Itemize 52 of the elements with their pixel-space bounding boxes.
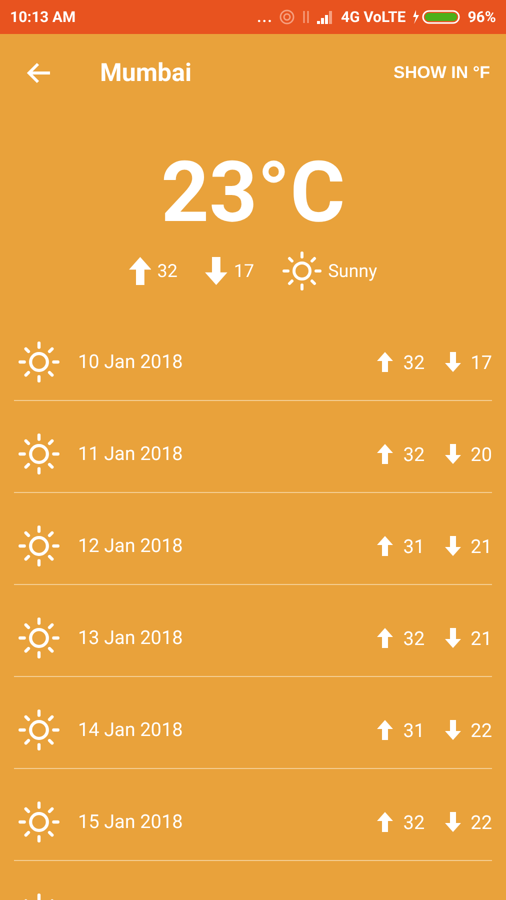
arrow-down-icon — [205, 257, 228, 285]
status-time: 10:13 AM — [10, 8, 76, 26]
battery-percent: 96% — [468, 8, 496, 26]
arrow-up-icon — [377, 628, 394, 648]
forecast-date: 14 Jan 2018 — [78, 717, 183, 743]
arrow-down-icon — [444, 812, 461, 832]
forecast-date: 11 Jan 2018 — [78, 441, 183, 467]
condition-label: Sunny — [328, 260, 378, 282]
sun-icon — [18, 801, 60, 843]
arrow-up-icon — [377, 444, 394, 464]
arrow-up-icon — [377, 812, 394, 832]
charging-battery-icon — [412, 9, 462, 25]
sun-icon — [282, 251, 322, 291]
arrow-up-icon — [377, 352, 394, 372]
unit-toggle-button[interactable]: SHOW IN °F — [393, 59, 490, 87]
low-temperature: 22 — [470, 810, 492, 834]
forecast-date: 10 Jan 2018 — [78, 349, 183, 375]
sun-icon — [18, 617, 60, 659]
arrow-down-icon — [444, 352, 461, 372]
sun-icon — [18, 341, 60, 383]
low-temperature: 17 — [234, 260, 254, 282]
arrow-down-icon — [444, 444, 461, 464]
high-temperature: 31 — [403, 718, 425, 742]
forecast-date: 12 Jan 2018 — [78, 533, 183, 559]
sun-icon — [18, 433, 60, 475]
high-temperature: 32 — [403, 350, 425, 374]
low-temperature: 21 — [470, 626, 492, 650]
back-button[interactable] — [26, 61, 52, 85]
high-temperature: 32 — [403, 442, 425, 466]
low-temperature: 20 — [470, 442, 492, 466]
high-temperature: 32 — [157, 260, 178, 282]
arrow-down-icon — [444, 628, 461, 648]
high-temperature: 31 — [403, 534, 425, 558]
low-temperature: 17 — [470, 350, 492, 374]
low-temperature: 22 — [470, 718, 492, 742]
hotspot-icon — [279, 9, 296, 25]
arrow-up-icon — [128, 257, 152, 285]
high-temperature: 32 — [403, 810, 425, 834]
forecast-date: 13 Jan 2018 — [78, 625, 183, 651]
arrow-down-icon — [444, 536, 461, 556]
more-dots-icon: ... — [256, 8, 274, 26]
high-temperature: 32 — [403, 626, 425, 650]
forecast-date: 15 Jan 2018 — [78, 809, 183, 835]
sun-icon — [18, 709, 60, 751]
arrow-down-icon — [444, 720, 461, 740]
current-temperature: 23°C — [160, 148, 346, 238]
low-temperature: 21 — [470, 534, 492, 558]
network-label: 4G VoLTE — [341, 8, 406, 26]
arrow-up-icon — [377, 720, 394, 740]
city-title: Mumbai — [100, 58, 192, 88]
arrow-up-icon — [377, 536, 394, 556]
sun-icon — [18, 525, 60, 567]
